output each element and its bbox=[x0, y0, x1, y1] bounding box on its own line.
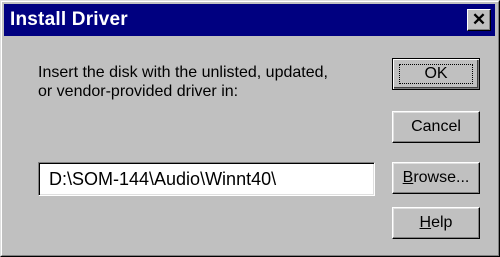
close-button[interactable]: ✕ bbox=[467, 9, 491, 31]
help-button-label: Help bbox=[420, 214, 453, 231]
browse-accelerator: B bbox=[402, 169, 414, 186]
close-icon: ✕ bbox=[471, 10, 487, 29]
install-driver-dialog: Install Driver ✕ Insert the disk with th… bbox=[0, 0, 500, 257]
help-button[interactable]: Help bbox=[392, 207, 480, 239]
cancel-button[interactable]: Cancel bbox=[392, 111, 480, 143]
help-accelerator: H bbox=[419, 214, 432, 231]
cancel-button-label: Cancel bbox=[411, 118, 461, 135]
browse-label-rest: rowse... bbox=[413, 169, 470, 186]
instruction-text: Insert the disk with the unlisted, updat… bbox=[38, 63, 378, 101]
help-label-rest: elp bbox=[431, 214, 453, 231]
title-bar[interactable]: Install Driver ✕ bbox=[4, 4, 495, 36]
ok-button[interactable]: OK bbox=[392, 58, 480, 90]
driver-path-input[interactable]: D:\SOM-144\Audio\Winnt40\ bbox=[38, 162, 375, 196]
instruction-line-1: Insert the disk with the unlisted, updat… bbox=[38, 64, 328, 81]
instruction-line-2: or vendor-provided driver in: bbox=[38, 83, 239, 100]
ok-button-label: OK bbox=[424, 65, 448, 82]
browse-button[interactable]: Browse... bbox=[392, 162, 480, 194]
dialog-title: Install Driver bbox=[10, 9, 128, 30]
browse-button-label: Browse... bbox=[403, 169, 470, 186]
